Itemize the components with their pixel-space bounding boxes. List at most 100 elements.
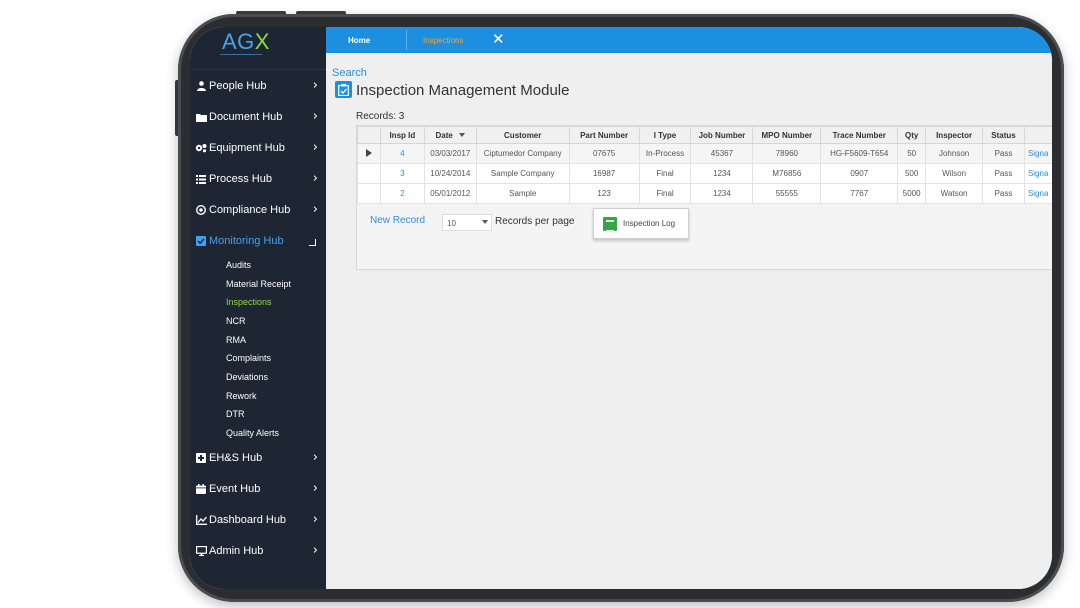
sidebar-item-label: Compliance Hub (209, 204, 291, 216)
signature-link[interactable]: Signa (1023, 143, 1052, 164)
cell-date: 05/01/2012 (423, 183, 477, 204)
insp-id-link[interactable]: 4 (379, 143, 425, 164)
tab-home[interactable]: Home (348, 27, 370, 53)
cell-mpo-number: 78960 (752, 143, 822, 164)
sidebar-item-document-hub[interactable]: Document Hub › (190, 103, 326, 131)
sub-item-dtr[interactable]: DTR (226, 409, 245, 419)
column-header-i-type[interactable]: I Type (638, 126, 692, 144)
records-per-page-select[interactable]: 10 (442, 214, 492, 231)
cell-job-number: 1234 (690, 183, 754, 204)
log-icon (603, 216, 617, 232)
chevron-right-icon: › (312, 78, 318, 93)
cell-date: 03/03/2017 (423, 143, 477, 164)
cell-mpo-number: 55555 (752, 183, 822, 204)
column-header-inspector[interactable]: Inspector (925, 126, 984, 144)
sidebar-item-compliance-hub[interactable]: Compliance Hub › (190, 196, 326, 224)
cell-part-number: 16987 (568, 163, 640, 184)
sidebar-item-label: Equipment Hub (209, 142, 285, 154)
cell-trace-number: 7767 (820, 183, 899, 204)
sidebar-item-dashboard-hub[interactable]: Dashboard Hub › (190, 506, 326, 534)
row-selector-icon[interactable] (357, 143, 381, 164)
sidebar-item-label: Dashboard Hub (209, 514, 287, 526)
insp-id-link[interactable]: 2 (379, 183, 425, 204)
table-row[interactable]: 4 03/03/2017 Ciptumedor Company 07675 In… (357, 143, 1052, 164)
column-header-customer[interactable]: Customer (475, 126, 570, 144)
sidebar-item-process-hub[interactable]: Process Hub › (190, 165, 326, 193)
cell-i-type: Final (638, 163, 692, 184)
sidebar-item-label: Admin Hub (209, 545, 264, 557)
signature-link[interactable]: Signa (1023, 163, 1052, 184)
logo-underline (220, 54, 262, 55)
chevron-right-icon: › (312, 140, 318, 155)
logo-x: X (254, 29, 270, 54)
sub-item-inspections[interactable]: Inspections (226, 297, 272, 307)
sidebar-item-label: Event Hub (209, 483, 261, 495)
target-icon (195, 204, 207, 216)
gears-icon (195, 142, 207, 154)
sub-item-complaints[interactable]: Complaints (226, 353, 271, 363)
cell-qty: 5000 (897, 183, 927, 204)
sub-item-ncr[interactable]: NCR (226, 316, 246, 326)
logo[interactable]: AGX (222, 29, 270, 55)
cell-customer: Sample (475, 183, 570, 204)
sidebar-item-monitoring-hub[interactable]: Monitoring Hub (190, 227, 326, 255)
sidebar-item-people-hub[interactable]: People Hub › (190, 72, 326, 100)
sidebar-item-ehs-hub[interactable]: EH&S Hub › (190, 444, 326, 472)
sub-item-deviations[interactable]: Deviations (226, 372, 268, 382)
table-row[interactable]: 2 05/01/2012 Sample 123 Final 1234 55555… (357, 183, 1052, 204)
row-selector[interactable] (357, 163, 381, 184)
select-value: 10 (447, 219, 456, 228)
inspection-grid: Insp Id Date Customer Part Number I Type… (356, 125, 1052, 270)
sub-item-rework[interactable]: Rework (226, 391, 257, 401)
new-record-link[interactable]: New Record (370, 215, 425, 226)
cell-customer: Ciptumedor Company (475, 143, 570, 164)
cell-qty: 500 (897, 163, 927, 184)
cell-qty: 50 (897, 143, 927, 164)
column-header-mpo-number[interactable]: MPO Number (752, 126, 822, 144)
top-tab-bar: Home Inspections ✕ (326, 27, 1052, 53)
column-header-part-number[interactable]: Part Number (568, 126, 640, 144)
signature-link[interactable]: Signa (1023, 183, 1052, 204)
chevron-right-icon: › (312, 481, 318, 496)
sub-item-material-receipt[interactable]: Material Receipt (226, 279, 291, 289)
column-header-date[interactable]: Date (423, 126, 477, 144)
insp-id-link[interactable]: 3 (379, 163, 425, 184)
app-screen: AGX People Hub › Document Hub › Equipmen… (190, 27, 1052, 589)
column-header-trace-number[interactable]: Trace Number (820, 126, 899, 144)
records-count: Records: 3 (356, 111, 405, 122)
column-header-qty[interactable]: Qty (897, 126, 927, 144)
inspection-log-button[interactable]: Inspection Log (593, 208, 689, 239)
user-icon (195, 80, 207, 92)
cell-part-number: 07675 (568, 143, 640, 164)
sub-item-audits[interactable]: Audits (226, 260, 251, 270)
cell-status: Pass (982, 163, 1025, 184)
sub-item-quality-alerts[interactable]: Quality Alerts (226, 428, 279, 438)
close-icon[interactable]: ✕ (492, 30, 505, 48)
page-title: Inspection Management Module (356, 82, 570, 99)
cell-mpo-number: M76856 (752, 163, 822, 184)
plus-square-icon (195, 452, 207, 464)
divider (190, 69, 326, 70)
collapse-corner-icon[interactable] (309, 239, 316, 246)
chevron-right-icon: › (312, 171, 318, 186)
sidebar-item-label: Document Hub (209, 111, 283, 123)
sidebar: AGX People Hub › Document Hub › Equipmen… (190, 27, 326, 589)
cell-status: Pass (982, 143, 1025, 164)
column-header-insp-id[interactable]: Insp Id (379, 126, 425, 144)
cell-inspector: Wilson (925, 163, 984, 184)
table-row[interactable]: 3 10/24/2014 Sample Company 16987 Final … (357, 163, 1052, 184)
chevron-right-icon: › (312, 202, 318, 217)
inspection-table: Insp Id Date Customer Part Number I Type… (357, 126, 1052, 204)
column-header-status[interactable]: Status (982, 126, 1025, 144)
sub-item-rma[interactable]: RMA (226, 335, 246, 345)
search-link[interactable]: Search (332, 67, 367, 79)
cell-inspector: Watson (925, 183, 984, 204)
sidebar-item-admin-hub[interactable]: Admin Hub › (190, 537, 326, 565)
row-selector[interactable] (357, 183, 381, 204)
sidebar-item-equipment-hub[interactable]: Equipment Hub › (190, 134, 326, 162)
cell-customer: Sample Company (475, 163, 570, 184)
check-square-icon (195, 235, 207, 247)
sidebar-item-event-hub[interactable]: Event Hub › (190, 475, 326, 503)
tab-inspections[interactable]: Inspections (423, 27, 463, 53)
column-header-job-number[interactable]: Job Number (690, 126, 754, 144)
